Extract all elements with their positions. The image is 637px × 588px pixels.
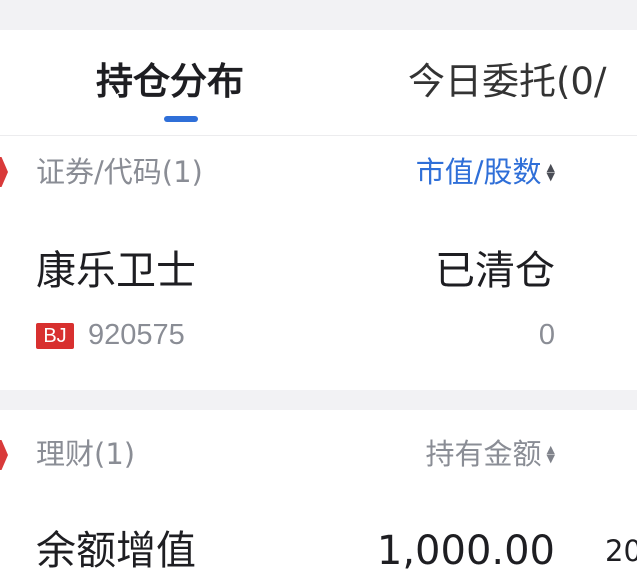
security-code: 920575 — [88, 319, 185, 351]
wealth-header-label: 理财(1) — [36, 437, 136, 471]
security-status: 已清仓 — [435, 248, 555, 294]
security-shares: 0 — [538, 319, 555, 351]
holding-amount-sort-button[interactable]: 持有金额 ▲ ▼ — [426, 436, 555, 472]
wealth-product-name: 余额增值 — [36, 528, 196, 574]
sort-icon: ▲ ▼ — [546, 443, 555, 465]
exchange-badge: BJ — [36, 323, 74, 349]
securities-section: 证券/代码(1) 市值/股数 ▲ ▼ 康乐卫士 已清仓 BJ 920575 0 — [0, 136, 637, 390]
section-marker-icon — [0, 440, 8, 470]
tab-holdings[interactable]: 持仓分布 — [96, 58, 244, 106]
section-marker-icon — [0, 157, 8, 187]
wealth-extra-value: 20 — [605, 534, 637, 568]
market-value-sort-label: 市值/股数 — [415, 155, 542, 189]
sort-icon: ▲ ▼ — [546, 161, 555, 183]
security-name: 康乐卫士 — [36, 248, 196, 294]
tab-today-orders[interactable]: 今日委托(0/ — [408, 58, 606, 106]
wealth-section: 理财(1) 持有金额 ▲ ▼ 余额增值 1,000.00 20 — [0, 410, 637, 588]
tab-active-indicator — [164, 116, 198, 122]
market-value-sort-button[interactable]: 市值/股数 ▲ ▼ — [416, 154, 555, 190]
wealth-holding-amount: 1,000.00 — [376, 528, 555, 574]
tab-bar: 持仓分布 今日委托(0/ — [0, 30, 637, 135]
top-strip — [0, 0, 637, 30]
securities-header-label: 证券/代码(1) — [36, 155, 203, 189]
holding-amount-sort-label: 持有金额 — [425, 437, 542, 471]
